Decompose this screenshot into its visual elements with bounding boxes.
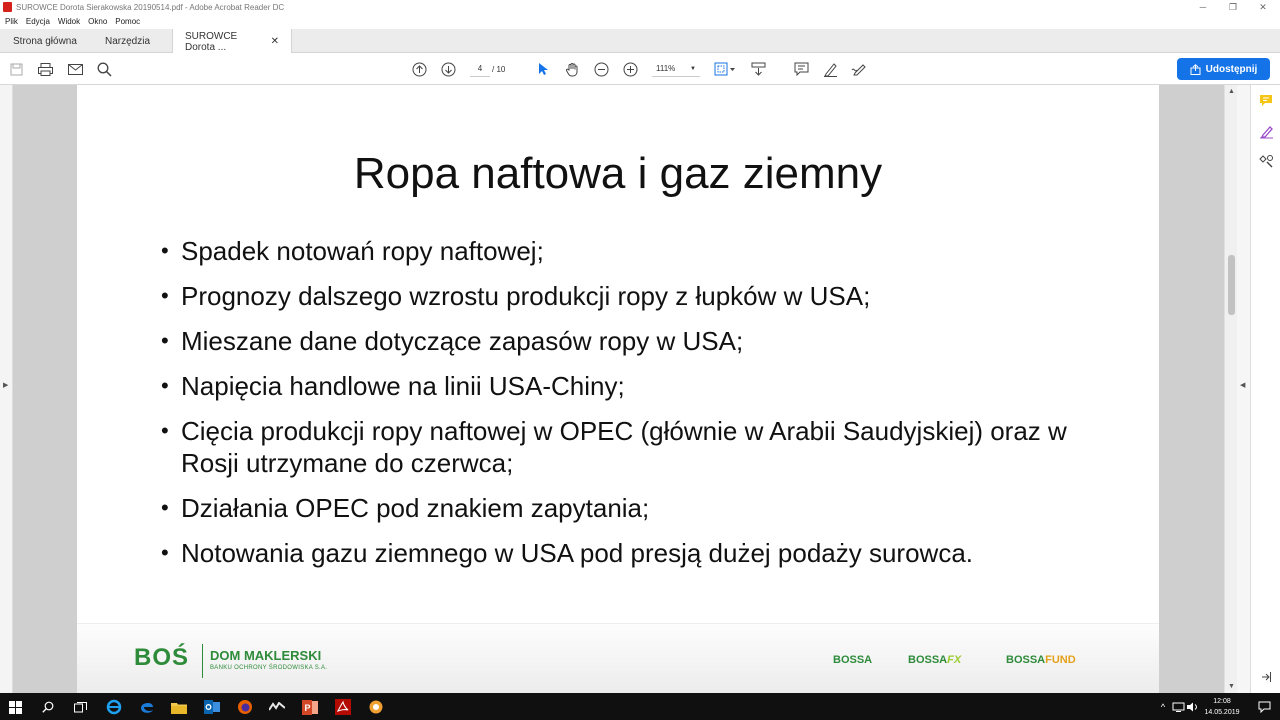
tab-document-label: SUROWCE Dorota ... xyxy=(185,30,238,53)
page-title: Ropa naftowa i gaz ziemny xyxy=(353,149,883,198)
save-icon[interactable] xyxy=(7,60,25,78)
select-cursor-icon[interactable] xyxy=(534,60,552,78)
firefox-icon[interactable] xyxy=(235,697,255,717)
vertical-scrollbar[interactable]: ▲ ▼ xyxy=(1224,85,1237,693)
menu-view[interactable]: Widok xyxy=(58,17,80,26)
clock[interactable]: 12:08 14.05.2019 xyxy=(1200,696,1244,718)
scroll-down-icon[interactable]: ▼ xyxy=(1228,683,1235,690)
outlook-icon[interactable] xyxy=(202,697,222,717)
powerpoint-icon[interactable]: P xyxy=(300,697,320,717)
list-item: Notowania gazu ziemnego w USA pod presją… xyxy=(161,537,1101,569)
chevron-down-icon: ▼ xyxy=(690,65,696,72)
list-item: Działania OPEC pod znakiem zapytania; xyxy=(161,492,1101,524)
edge-icon[interactable] xyxy=(137,697,157,717)
brand-bossafund-suffix: FUND xyxy=(1045,654,1076,666)
list-item: Prognozy dalszego wzrostu produkcji ropy… xyxy=(161,280,1101,312)
left-panel-toggle[interactable]: ▶ xyxy=(0,85,13,693)
volume-icon[interactable] xyxy=(1182,697,1202,717)
clock-date: 14.05.2019 xyxy=(1204,709,1240,716)
share-label: Udostępnij xyxy=(1205,63,1258,75)
minimize-button[interactable]: ─ xyxy=(1188,0,1218,14)
menu-window[interactable]: Okno xyxy=(88,17,107,26)
expand-right-icon: ▶ xyxy=(3,382,9,389)
window-title: SUROWCE Dorota Sierakowska 20190514.pdf … xyxy=(16,2,285,12)
brand-bossafund: BOSSAFUND xyxy=(1006,654,1076,666)
tab-home[interactable]: Strona główna xyxy=(1,29,89,53)
menu-bar: Plik Edycja Widok Okno Pomoc xyxy=(0,14,1280,29)
menu-help[interactable]: Pomoc xyxy=(115,17,140,26)
next-page-icon[interactable] xyxy=(439,60,457,78)
sign-icon[interactable] xyxy=(850,60,868,78)
brand-bossafx-suffix: FX xyxy=(947,654,962,666)
page-footer: BOŚ DOM MAKLERSKI BANKU OCHRONY ŚRODOWIS… xyxy=(77,623,1159,693)
zoom-in-icon[interactable] xyxy=(621,60,639,78)
brand-bossafx-base: BOSSA xyxy=(908,654,948,666)
right-tools-panel xyxy=(1250,85,1280,693)
notifications-icon[interactable] xyxy=(1254,697,1274,717)
tab-tools-label: Narzędzia xyxy=(105,35,151,47)
share-button[interactable]: Udostępnij xyxy=(1177,58,1270,80)
clock-time: 12:08 xyxy=(1213,698,1231,705)
share-icon xyxy=(1190,63,1201,75)
windows-start-icon[interactable] xyxy=(5,697,25,717)
snipping-tool-icon[interactable] xyxy=(366,697,386,717)
comment-icon[interactable] xyxy=(792,60,810,78)
fit-page-icon[interactable] xyxy=(712,60,738,78)
expand-left-icon: ◀ xyxy=(1240,382,1246,389)
brand-bossa: BOSSA xyxy=(833,654,873,666)
more-tools-icon[interactable] xyxy=(1258,153,1274,169)
highlight-pen-icon[interactable] xyxy=(821,60,839,78)
zoom-select[interactable]: 111% ▼ xyxy=(652,61,700,77)
print-icon[interactable] xyxy=(36,60,54,78)
windows-taskbar: P ^ 12:08 14.05.2019 xyxy=(0,693,1280,720)
logo-divider xyxy=(202,644,203,678)
comment-tool-icon[interactable] xyxy=(1258,92,1274,108)
list-item: Napięcia handlowe na linii USA-Chiny; xyxy=(161,370,1101,402)
acrobat-reader-icon[interactable] xyxy=(333,697,353,717)
trading-app-icon[interactable] xyxy=(267,697,287,717)
collapse-panel-icon[interactable] xyxy=(1258,669,1274,685)
scroll-mode-icon[interactable] xyxy=(749,60,767,78)
tab-bar: Strona główna Narzędzia SUROWCE Dorota .… xyxy=(0,29,1280,54)
fill-sign-icon[interactable] xyxy=(1258,123,1274,139)
file-explorer-icon[interactable] xyxy=(169,697,189,717)
tab-tools[interactable]: Narzędzia xyxy=(93,29,162,53)
company-name: DOM MAKLERSKI xyxy=(210,648,322,663)
menu-file[interactable]: Plik xyxy=(5,17,18,26)
previous-page-icon[interactable] xyxy=(410,60,428,78)
list-item: Spadek notowań ropy naftowej; xyxy=(161,235,1101,267)
close-window-button[interactable]: ✕ xyxy=(1248,0,1278,14)
page-total: / 10 xyxy=(492,64,506,74)
restore-button[interactable]: ❐ xyxy=(1218,0,1248,14)
toolbar: 4 / 10 111% ▼ Udostępnij xyxy=(0,53,1280,85)
brand-bossafund-base: BOSSA xyxy=(1006,654,1046,666)
page-number-input[interactable]: 4 xyxy=(470,61,490,77)
svg-text:P: P xyxy=(305,703,311,713)
acrobat-app-icon xyxy=(3,2,12,12)
hand-tool-icon[interactable] xyxy=(563,60,581,78)
menu-edit[interactable]: Edycja xyxy=(26,17,50,26)
tab-close-icon[interactable]: ✕ xyxy=(271,36,279,47)
search-icon[interactable] xyxy=(38,697,58,717)
bos-logo: BOŚ xyxy=(134,644,190,671)
scroll-up-icon[interactable]: ▲ xyxy=(1228,88,1235,95)
title-bar: SUROWCE Dorota Sierakowska 20190514.pdf … xyxy=(0,0,1280,14)
scrollbar-thumb[interactable] xyxy=(1228,255,1235,315)
search-icon[interactable] xyxy=(95,60,113,78)
list-item: Cięcia produkcji ropy naftowej w OPEC (g… xyxy=(161,415,1101,479)
tab-home-label: Strona główna xyxy=(13,35,77,47)
list-item: Mieszane dane dotyczące zapasów ropy w U… xyxy=(161,325,1101,357)
task-view-icon[interactable] xyxy=(70,697,90,717)
pdf-page: Ropa naftowa i gaz ziemny Spadek notowań… xyxy=(77,85,1159,693)
zoom-out-icon[interactable] xyxy=(592,60,610,78)
email-icon[interactable] xyxy=(66,60,84,78)
right-panel-toggle[interactable]: ◀ xyxy=(1237,85,1250,693)
tab-document[interactable]: SUROWCE Dorota ... ✕ xyxy=(172,29,292,54)
internet-explorer-icon[interactable] xyxy=(104,697,124,717)
company-subtitle: BANKU OCHRONY ŚRODOWISKA S.A. xyxy=(210,665,328,671)
zoom-value: 111% xyxy=(656,64,676,73)
bullet-list: Spadek notowań ropy naftowej; Prognozy d… xyxy=(161,235,1101,582)
brand-bossafx: BOSSAFX xyxy=(908,654,961,666)
